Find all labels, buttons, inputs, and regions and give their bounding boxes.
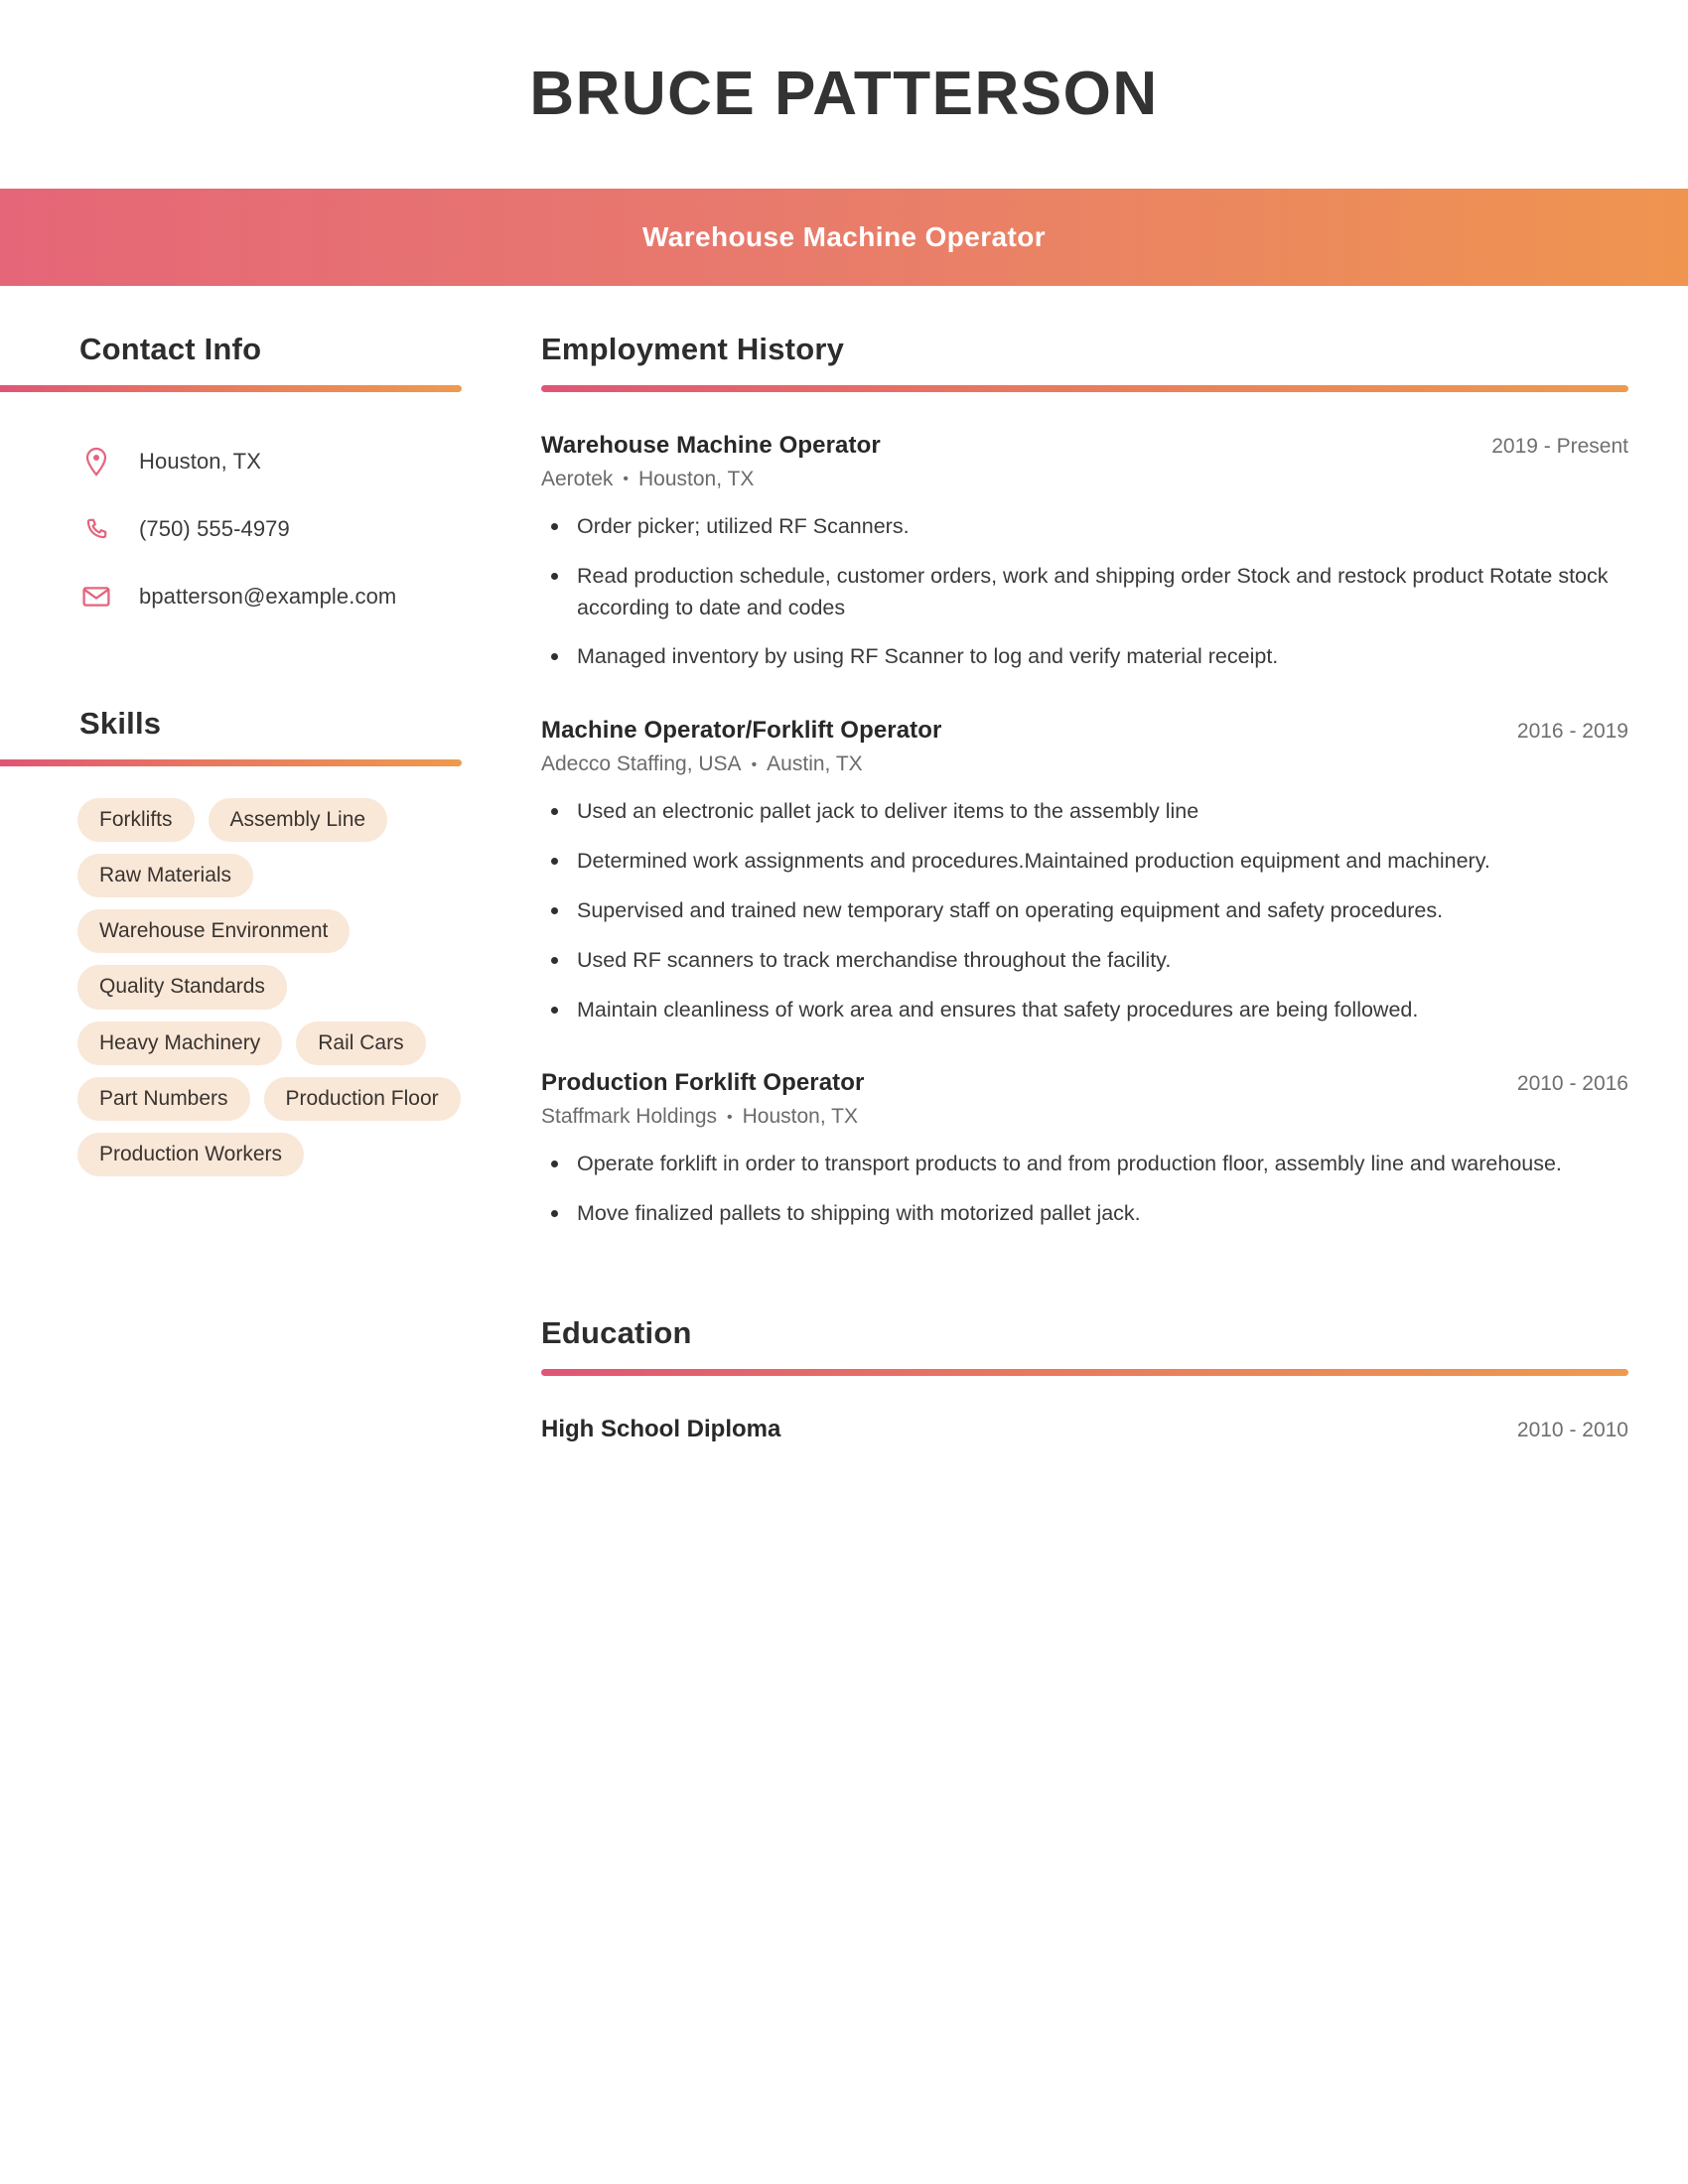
employment-history-divider (541, 385, 1628, 392)
skill-pill[interactable]: Forklifts (77, 798, 195, 843)
job-meta: Adecco Staffing, USA • Austin, TX (541, 752, 1628, 776)
employment-history-section: Employment History Warehouse Machine Ope… (541, 332, 1628, 1230)
job-bullet: Order picker; utilized RF Scanners. (541, 511, 1628, 543)
location-pin-icon (79, 447, 113, 477)
skill-pill[interactable]: Rail Cars (296, 1021, 426, 1065)
meta-separator: • (623, 471, 629, 488)
skill-pill[interactable]: Production Floor (263, 1076, 461, 1121)
job-bullet-list: Order picker; utilized RF Scanners. Read … (541, 511, 1628, 673)
meta-separator: • (727, 1108, 733, 1126)
job-company: Staffmark Holdings (541, 1105, 718, 1129)
education-degree: High School Diploma (541, 1415, 781, 1442)
skill-pill[interactable]: Heavy Machinery (77, 1021, 283, 1065)
job-meta: Aerotek • Houston, TX (541, 468, 1628, 491)
job-bullet: Maintain cleanliness of work area and en… (541, 995, 1628, 1026)
job-bullet-list: Operate forklift in order to transport p… (541, 1149, 1628, 1230)
page-title: BRUCE PATTERSON (529, 60, 1159, 128)
job-bullet: Read production schedule, customer order… (541, 561, 1628, 624)
employment-history-heading: Employment History (541, 332, 845, 366)
job-header: Warehouse Machine Operator 2019 - Present (541, 432, 1628, 460)
candidate-job-title: Warehouse Machine Operator (641, 221, 1047, 252)
job-bullet: Used RF scanners to track merchandise th… (541, 945, 1628, 977)
education-divider (541, 1368, 1628, 1376)
contact-info-divider (0, 385, 462, 392)
skill-pill[interactable]: Warehouse Environment (77, 909, 351, 954)
phone-icon (79, 516, 113, 542)
job-company: Adecco Staffing, USA (541, 752, 742, 776)
education-list: High School Diploma 2010 - 2010 (541, 1416, 1628, 1443)
contact-item-phone[interactable]: (750) 555-4979 (79, 495, 496, 563)
job-title: Production Forklift Operator (541, 1069, 865, 1097)
job-entry: Production Forklift Operator 2010 - 2016 S… (541, 1069, 1628, 1230)
job-bullet: Managed inventory by using RF Scanner to… (541, 641, 1628, 673)
envelope-icon (79, 586, 113, 608)
skill-pill[interactable]: Production Workers (77, 1132, 305, 1176)
contact-info-section: Contact Info Houston, TX (750) 555-4979 … (0, 332, 496, 630)
job-bullet: Determined work assignments and procedur… (541, 846, 1628, 878)
meta-separator: • (751, 755, 758, 773)
job-entry: Machine Operator/Forklift Operator 2016 -… (541, 717, 1628, 1025)
job-bullet: Supervised and trained new temporary sta… (541, 895, 1628, 927)
job-bullet: Used an electronic pallet jack to delive… (541, 796, 1628, 828)
contact-phone-text: (750) 555-4979 (139, 516, 290, 541)
job-bullet: Move finalized pallets to shipping with … (541, 1198, 1628, 1230)
job-title: Machine Operator/Forklift Operator (541, 717, 942, 745)
skills-list: Forklifts Assembly Line Raw Materials Wareh… (0, 798, 485, 1176)
job-location: Houston, TX (637, 468, 755, 490)
job-list: Warehouse Machine Operator 2019 - Present… (541, 432, 1628, 1230)
resume-body: Contact Info Houston, TX (750) 555-4979 … (0, 286, 1688, 1443)
job-dates: 2016 - 2019 (1516, 720, 1628, 744)
sidebar: Contact Info Houston, TX (750) 555-4979 … (0, 332, 496, 1443)
job-dates: 2010 - 2016 (1516, 1072, 1628, 1096)
resume-header: BRUCE PATTERSON (0, 0, 1688, 189)
job-header: Production Forklift Operator 2010 - 2016 (541, 1069, 1628, 1097)
contact-info-heading: Contact Info (79, 332, 262, 366)
education-section: Education High School Diploma 2010 - 2010 (541, 1315, 1628, 1443)
education-dates: 2010 - 2010 (1516, 1418, 1628, 1441)
contact-location-text: Houston, TX (139, 449, 261, 474)
job-dates: 2019 - Present (1491, 435, 1628, 458)
skill-pill[interactable]: Quality Standards (77, 965, 287, 1010)
job-location: Austin, TX (767, 752, 863, 776)
skills-section: Skills Forklifts Assembly Line Raw Materia… (0, 706, 496, 1176)
job-header: Machine Operator/Forklift Operator 2016 -… (541, 717, 1628, 745)
contact-item-email[interactable]: bpatterson@example.com (79, 563, 496, 630)
job-title: Warehouse Machine Operator (541, 432, 881, 459)
education-heading: Education (541, 1314, 692, 1350)
education-entry: High School Diploma 2010 - 2010 (541, 1416, 1628, 1443)
job-title-banner: Warehouse Machine Operator (0, 189, 1688, 286)
skill-pill[interactable]: Part Numbers (77, 1076, 250, 1121)
skills-heading: Skills (79, 706, 162, 741)
skill-pill[interactable]: Raw Materials (77, 854, 254, 898)
job-company: Aerotek (541, 468, 614, 490)
contact-item-location[interactable]: Houston, TX (79, 428, 496, 495)
job-meta: Staffmark Holdings • Houston, TX (541, 1105, 1628, 1129)
skill-pill[interactable]: Assembly Line (208, 798, 388, 843)
job-bullet: Operate forklift in order to transport p… (541, 1149, 1628, 1180)
main-content: Employment History Warehouse Machine Ope… (496, 332, 1688, 1443)
skills-divider (0, 759, 462, 766)
contact-list: Houston, TX (750) 555-4979 bpatterson@ex… (0, 428, 496, 630)
job-entry: Warehouse Machine Operator 2019 - Present… (541, 432, 1628, 673)
job-location: Houston, TX (742, 1105, 858, 1129)
contact-email-text: bpatterson@example.com (139, 584, 397, 609)
job-bullet-list: Used an electronic pallet jack to delive… (541, 796, 1628, 1025)
